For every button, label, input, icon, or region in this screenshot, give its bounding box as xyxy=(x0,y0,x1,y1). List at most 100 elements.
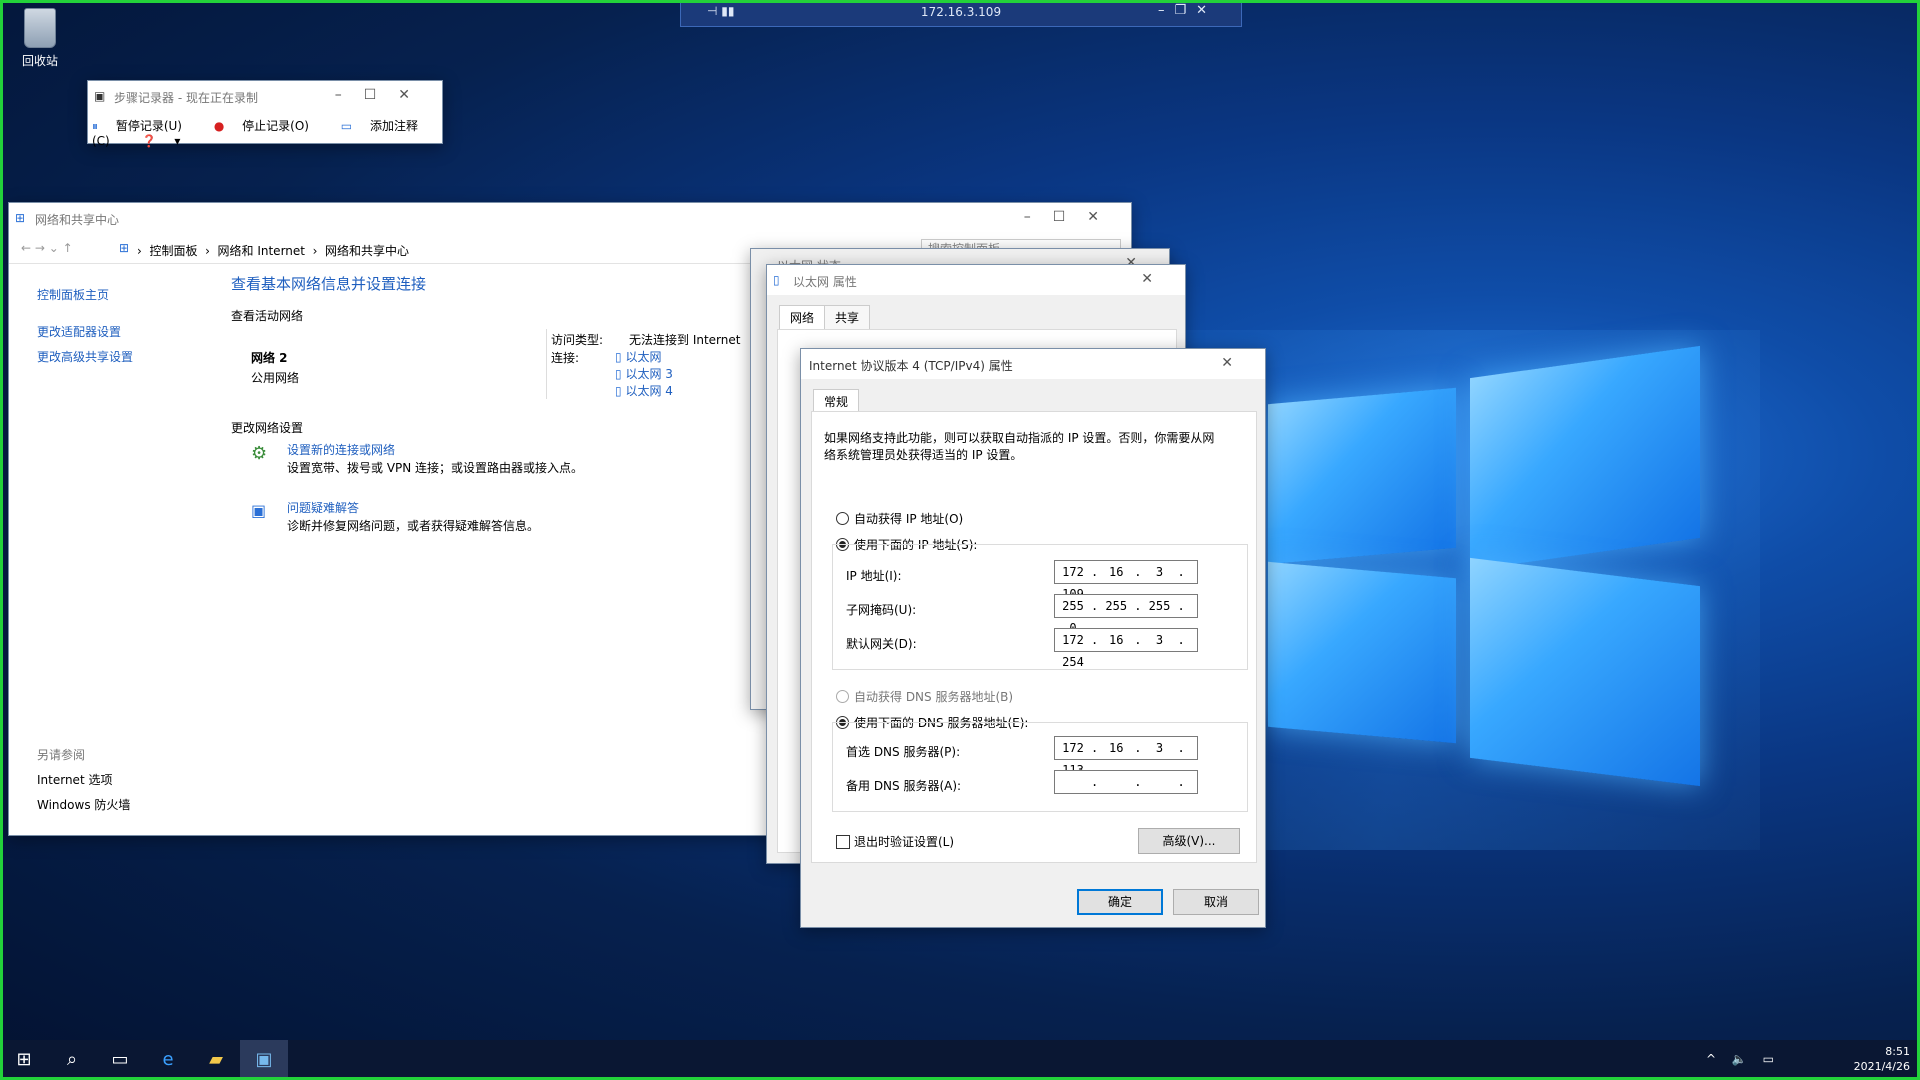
gateway-label: 默认网关(D): xyxy=(846,637,917,651)
link-control-panel-home[interactable]: 控制面板主页 xyxy=(37,283,133,308)
ethernet-properties-title: 以太网 属性 xyxy=(793,275,857,289)
auto-ip-label: 自动获得 IP 地址(O) xyxy=(854,512,964,526)
file-explorer-icon[interactable]: ▰ xyxy=(192,1040,240,1080)
alternate-dns-field[interactable]: ... xyxy=(1054,770,1198,794)
subnet-mask-field[interactable]: 255.255.255.0 xyxy=(1054,594,1198,635)
validate-checkbox[interactable] xyxy=(836,835,850,849)
window-controls[interactable]: –☐✕ xyxy=(1024,209,1121,225)
ipv4-description: 如果网络支持此功能，则可以获取自动指派的 IP 设置。否则，你需要从网络系统管理… xyxy=(824,431,1215,462)
auto-ip-radio[interactable] xyxy=(836,512,849,525)
search-icon[interactable]: ⌕ xyxy=(48,1040,96,1080)
stop-label: 停止记录(O) xyxy=(242,119,309,133)
ipv4-titlebar[interactable]: Internet 协议版本 4 (TCP/IPv4) 属性 ✕ xyxy=(801,349,1265,379)
pause-icon: ⏸ xyxy=(92,119,99,133)
recycle-bin[interactable]: 回收站 xyxy=(18,8,62,69)
tab-sharing[interactable]: 共享 xyxy=(824,305,871,329)
preferred-dns-label: 首选 DNS 服务器(P): xyxy=(846,745,961,759)
back-forward-icons[interactable]: ← → ⌄ ↑ xyxy=(21,241,73,255)
tab-network[interactable]: 网络 xyxy=(779,305,826,329)
windows-logo-pane-tr xyxy=(1470,345,1700,571)
recycle-bin-label: 回收站 xyxy=(21,54,58,68)
rdp-window-controls[interactable]: –❐✕ xyxy=(1158,3,1217,18)
help-icon: ❓ xyxy=(141,134,157,148)
troubleshoot-desc: 诊断并修复网络问题，或者获得疑难解答信息。 xyxy=(287,519,540,533)
octet: 254 xyxy=(1062,655,1084,669)
close-icon[interactable]: ✕ xyxy=(1221,355,1255,371)
tab-strip: 网络 共享 xyxy=(779,305,871,329)
steps-recorder-icon: ▣ xyxy=(94,89,106,103)
octet: 16 xyxy=(1109,633,1124,647)
network-center-title: 网络和共享中心 xyxy=(35,213,120,227)
control-panel-task-icon[interactable]: ▣ xyxy=(240,1040,288,1080)
octet: 172 xyxy=(1062,633,1084,647)
connection-ethernet[interactable]: 以太网 xyxy=(625,350,661,364)
active-networks-label: 查看活动网络 xyxy=(231,309,304,323)
ipv4-title: Internet 协议版本 4 (TCP/IPv4) 属性 xyxy=(809,359,1013,373)
see-also-title: 另请参阅 xyxy=(37,748,86,762)
pause-record-button[interactable]: ⏸ 暂停记录(U) xyxy=(92,119,196,133)
start-icon[interactable]: ⊞ xyxy=(0,1040,48,1080)
ip-address-label: IP 地址(I): xyxy=(846,569,902,583)
link-adapter-settings[interactable]: 更改适配器设置 xyxy=(37,320,133,345)
octet: 255 xyxy=(1148,599,1171,613)
validate-label: 退出时验证设置(L) xyxy=(854,835,955,849)
setup-connection-icon: ⚙ xyxy=(251,443,268,464)
page-title: 查看基本网络信息并设置连接 xyxy=(231,275,427,293)
clock-time: 8:51 xyxy=(1885,1045,1910,1058)
ethernet-properties-titlebar[interactable]: ▯ 以太网 属性 ✕ xyxy=(767,265,1185,295)
windows-logo-pane-tl xyxy=(1268,387,1456,565)
ipv4-properties-dialog[interactable]: Internet 协议版本 4 (TCP/IPv4) 属性 ✕ 常规 如果网络支… xyxy=(800,348,1266,928)
connection-ethernet-3[interactable]: 以太网 3 xyxy=(625,367,672,381)
recycle-bin-icon xyxy=(24,8,56,48)
auto-dns-label: 自动获得 DNS 服务器地址(B) xyxy=(854,690,1014,704)
crumb-0[interactable]: 控制面板 xyxy=(149,244,197,258)
link-firewall[interactable]: Windows 防火墙 xyxy=(37,793,130,818)
ipv4-tab-strip: 常规 xyxy=(813,389,860,413)
remote-desktop-bar[interactable]: ⊣ ▮▮ 172.16.3.109 –❐✕ xyxy=(680,0,1242,27)
stop-record-button[interactable]: ● 停止记录(O) xyxy=(214,119,323,133)
tab-general[interactable]: 常规 xyxy=(813,389,860,413)
windows-logo-pane-br xyxy=(1470,557,1700,787)
link-advanced-sharing[interactable]: 更改高级共享设置 xyxy=(37,345,133,370)
network-center-titlebar[interactable]: ⊞ 网络和共享中心 –☐✕ xyxy=(9,203,1131,233)
breadcrumb[interactable]: › 控制面板 › 网络和 Internet › 网络和共享中心 xyxy=(137,242,409,259)
steps-recorder-window[interactable]: ▣ 步骤记录器 - 现在正在录制 –☐✕ ⏸ 暂停记录(U) ● 停止记录(O)… xyxy=(87,80,443,148)
alternate-dns-label: 备用 DNS 服务器(A): xyxy=(846,779,962,793)
crumb-2[interactable]: 网络和共享中心 xyxy=(325,244,409,258)
network-icon: ⊞ xyxy=(15,211,26,225)
tray-icons[interactable]: ^ 🔈 ▭ xyxy=(1706,1052,1780,1066)
troubleshoot-link[interactable]: 问题疑难解答 xyxy=(287,499,359,516)
window-controls[interactable]: –☐✕ xyxy=(335,87,432,103)
network-type: 公用网络 xyxy=(251,371,300,385)
advanced-button[interactable]: 高级(V)... xyxy=(1138,828,1240,854)
connection-ethernet-4[interactable]: 以太网 4 xyxy=(625,384,672,398)
setup-connection-desc: 设置宽带、拨号或 VPN 连接；或设置路由器或接入点。 xyxy=(287,461,584,475)
link-internet-options[interactable]: Internet 选项 xyxy=(37,768,130,793)
steps-recorder-titlebar[interactable]: ▣ 步骤记录器 - 现在正在录制 –☐✕ xyxy=(88,81,442,111)
ie-icon[interactable]: e xyxy=(144,1040,192,1080)
cancel-button[interactable]: 取消 xyxy=(1173,889,1259,915)
control-panel-icon: ⊞ xyxy=(119,241,130,255)
adapter-icon: ▯ xyxy=(615,367,622,381)
access-type-label: 访问类型: xyxy=(551,333,604,347)
ok-button[interactable]: 确定 xyxy=(1077,889,1163,915)
task-view-icon[interactable]: ▭ xyxy=(96,1040,144,1080)
taskbar: ⊞ ⌕ ▭ e ▰ ▣ ^ 🔈 ▭ 8:51 2021/4/26 xyxy=(0,1040,1920,1080)
setup-connection-link[interactable]: 设置新的连接或网络 xyxy=(287,441,395,458)
auto-dns-radio[interactable] xyxy=(836,690,849,703)
ip-address-field[interactable]: 172.16.3.109 xyxy=(1054,560,1198,601)
change-settings-label: 更改网络设置 xyxy=(231,421,304,435)
gateway-field[interactable]: 172. 16. 3.254 xyxy=(1054,628,1198,669)
windows-logo-pane-bl xyxy=(1268,561,1456,744)
comment-icon: ▭ xyxy=(340,119,353,133)
adapter-icon: ▯ xyxy=(615,384,622,398)
preferred-dns-field[interactable]: 172.16.3.113 xyxy=(1054,736,1198,777)
help-button[interactable]: ❓ ▾ xyxy=(142,134,181,148)
octet: 16 xyxy=(1109,565,1124,579)
steps-recorder-toolbar: ⏸ 暂停记录(U) ● 停止记录(O) ▭ 添加注释(C) ❓ ▾ xyxy=(92,117,442,148)
divider xyxy=(546,329,547,399)
window-controls[interactable]: ✕ xyxy=(1141,271,1175,287)
ipv4-panel: 如果网络支持此功能，则可以获取自动指派的 IP 设置。否则，你需要从网络系统管理… xyxy=(811,411,1257,863)
crumb-1[interactable]: 网络和 Internet xyxy=(218,244,305,258)
clock[interactable]: 8:51 2021/4/26 xyxy=(1854,1044,1910,1074)
